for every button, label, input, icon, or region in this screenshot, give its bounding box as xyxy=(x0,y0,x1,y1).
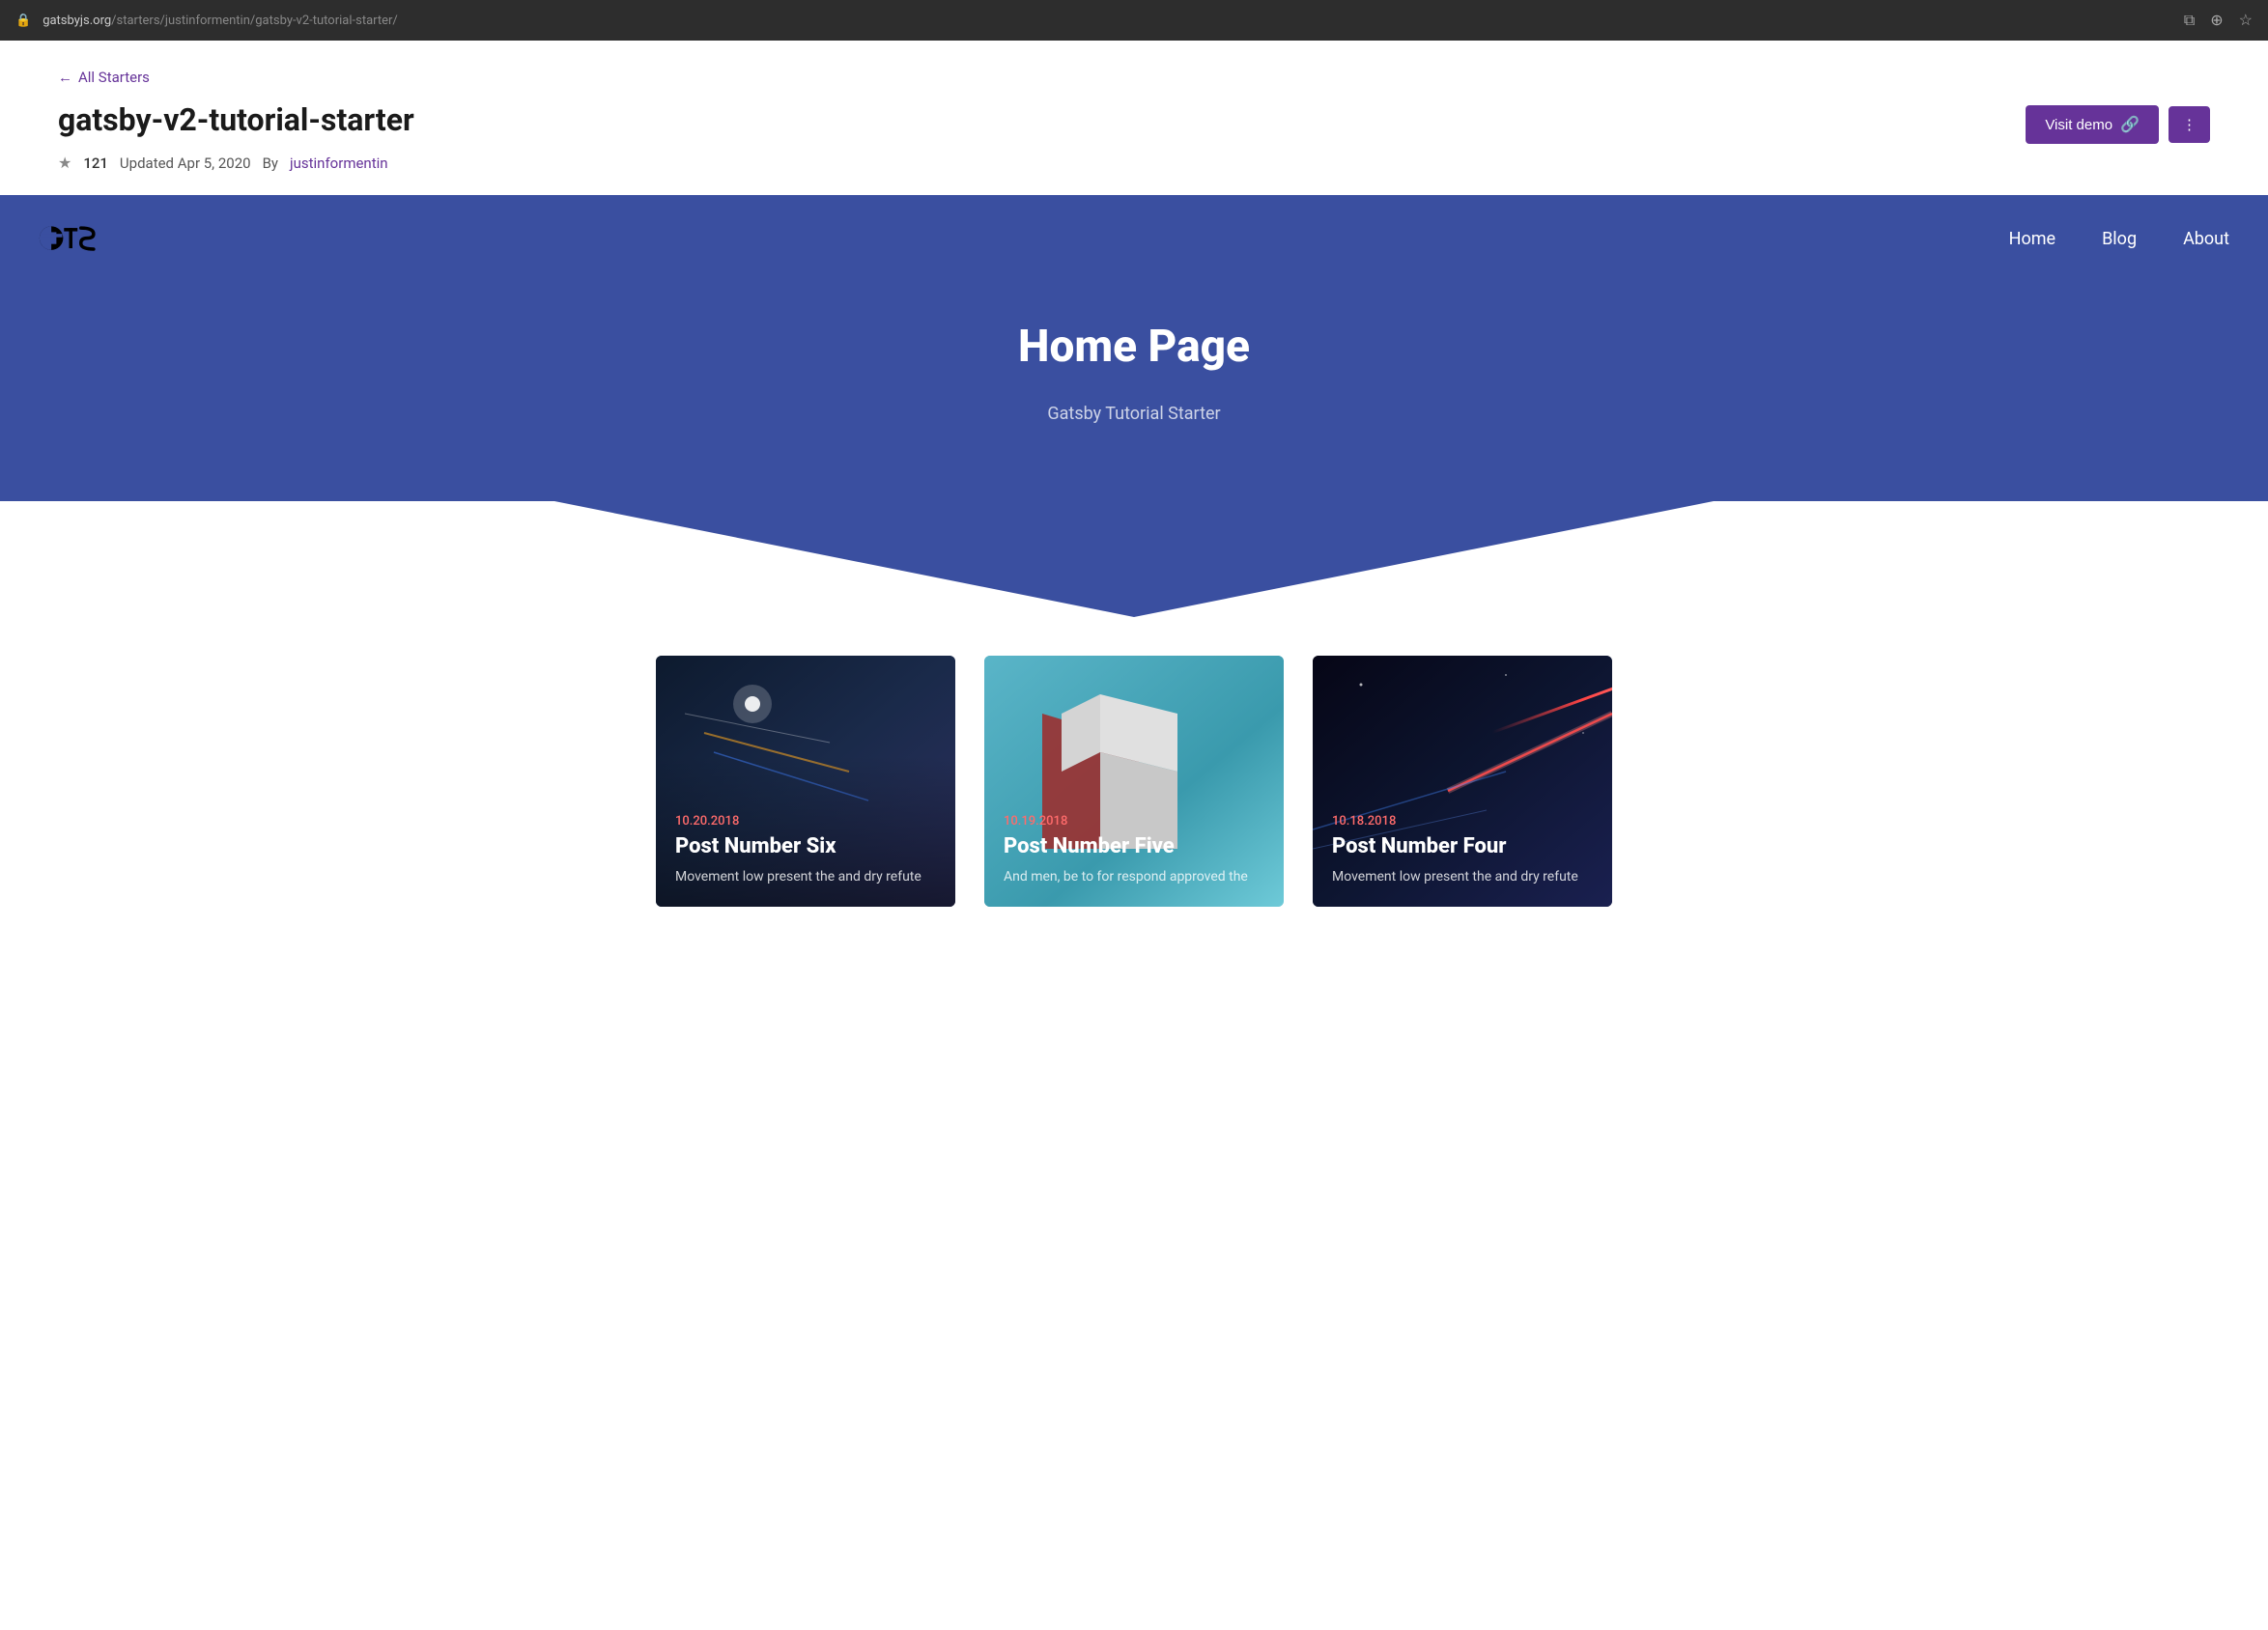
star-icon: ★ xyxy=(58,154,71,172)
card-1-content: 10.20.2018 Post Number Six Movement low … xyxy=(656,799,955,907)
card-2-date: 10.19.2018 xyxy=(1004,814,1264,829)
demo-header: Home Blog About Home Page Gatsby Tutoria… xyxy=(0,195,2268,501)
lock-icon: 🔒 xyxy=(15,14,31,28)
card-3-content: 10.18.2018 Post Number Four Movement low… xyxy=(1313,799,1612,907)
cards-section: 10.20.2018 Post Number Six Movement low … xyxy=(0,617,2268,907)
card-2-title: Post Number Five xyxy=(1004,834,1264,859)
bookmark-icon[interactable]: ☆ xyxy=(2239,11,2253,30)
breadcrumb-label: All Starters xyxy=(78,69,150,86)
visit-demo-button[interactable]: Visit demo 🔗 xyxy=(2026,105,2159,144)
all-starters-link[interactable]: ← All Starters xyxy=(58,69,150,86)
browser-chrome: 🔒 gatsbyjs.org/starters/justinformentin/… xyxy=(0,0,2268,41)
card-1-date: 10.20.2018 xyxy=(675,814,936,829)
page-content: ← All Starters gatsby-v2-tutorial-starte… xyxy=(0,41,2268,907)
nav-blog[interactable]: Blog xyxy=(2102,229,2137,249)
share-button[interactable]: ⋮ xyxy=(2169,106,2210,143)
card-2-image: 10.19.2018 Post Number Five And men, be … xyxy=(984,656,1284,907)
demo-logo xyxy=(39,214,106,263)
nav-home[interactable]: Home xyxy=(2009,229,2055,249)
browser-actions: ⧉ ⊕ ☆ xyxy=(2184,11,2253,30)
tab-icon[interactable]: ⧉ xyxy=(2184,11,2195,30)
demo-nav-links: Home Blog About xyxy=(2009,229,2229,249)
blog-card-2[interactable]: 10.19.2018 Post Number Five And men, be … xyxy=(984,656,1284,907)
card-1-excerpt: Movement low present the and dry refute xyxy=(675,867,936,887)
card-3-excerpt: Movement low present the and dry refute xyxy=(1332,867,1593,887)
card-1-image: 10.20.2018 Post Number Six Movement low … xyxy=(656,656,955,907)
blog-card-3[interactable]: 10.18.2018 Post Number Four Movement low… xyxy=(1313,656,1612,907)
page-title-area: gatsby-v2-tutorial-starter ★ 121 Updated… xyxy=(58,101,414,172)
chevron-shape xyxy=(554,501,1714,617)
page-title: gatsby-v2-tutorial-starter xyxy=(58,101,414,138)
card-2-excerpt: And men, be to for respond approved the xyxy=(1004,867,1264,887)
url-base: gatsbyjs.org xyxy=(43,14,111,28)
url-bar[interactable]: gatsbyjs.org/starters/justinformentin/ga… xyxy=(43,14,2172,28)
page-header: gatsby-v2-tutorial-starter ★ 121 Updated… xyxy=(0,86,2268,172)
breadcrumb-nav: ← All Starters xyxy=(0,41,2268,86)
cast-icon[interactable]: ⊕ xyxy=(2210,11,2223,30)
updated-text: Updated Apr 5, 2020 xyxy=(120,155,251,172)
action-buttons: Visit demo 🔗 ⋮ xyxy=(2026,101,2210,144)
author-link[interactable]: justinformentin xyxy=(290,155,388,172)
nav-about[interactable]: About xyxy=(2183,229,2229,249)
share-icon: ⋮ xyxy=(2182,117,2197,133)
demo-preview: Home Blog About Home Page Gatsby Tutoria… xyxy=(0,195,2268,907)
visit-demo-label: Visit demo xyxy=(2045,117,2112,133)
by-label: By xyxy=(263,155,278,172)
demo-hero: Home Page Gatsby Tutorial Starter xyxy=(0,282,2268,501)
star-count: 121 xyxy=(83,155,108,172)
meta-row: ★ 121 Updated Apr 5, 2020 By justinforme… xyxy=(58,154,414,172)
card-3-title: Post Number Four xyxy=(1332,834,1593,859)
demo-nav: Home Blog About xyxy=(0,195,2268,282)
demo-hero-title: Home Page xyxy=(39,321,2229,373)
card-2-content: 10.19.2018 Post Number Five And men, be … xyxy=(984,799,1284,907)
blog-card-1[interactable]: 10.20.2018 Post Number Six Movement low … xyxy=(656,656,955,907)
card-3-image: 10.18.2018 Post Number Four Movement low… xyxy=(1313,656,1612,907)
demo-hero-subtitle: Gatsby Tutorial Starter xyxy=(39,404,2229,424)
url-path: /starters/justinformentin/gatsby-v2-tuto… xyxy=(111,14,398,28)
card-1-title: Post Number Six xyxy=(675,834,936,859)
link-icon: 🔗 xyxy=(2120,115,2140,134)
back-arrow-icon: ← xyxy=(58,69,72,86)
chevron-divider xyxy=(0,501,2268,617)
card-3-date: 10.18.2018 xyxy=(1332,814,1593,829)
